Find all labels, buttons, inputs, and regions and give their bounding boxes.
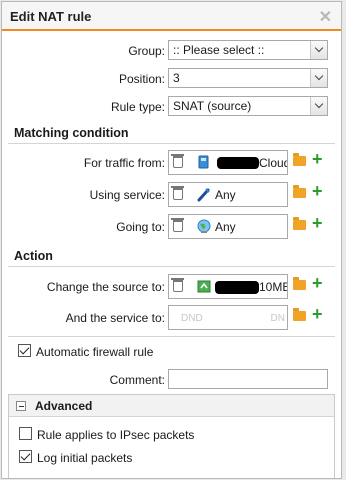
matching-condition-heading: Matching condition bbox=[14, 126, 129, 140]
comment-input[interactable] bbox=[168, 369, 328, 389]
drop-placeholder: DN bbox=[270, 313, 285, 324]
traffic-from-field[interactable]: Cloud bbox=[168, 150, 288, 175]
section-divider bbox=[8, 336, 335, 337]
edit-nat-rule-dialog: Edit NAT rule ✕ Group: :: Please select … bbox=[1, 1, 342, 479]
chevron-down-icon bbox=[310, 69, 327, 87]
change-source-row: Change the source to: 10MB + bbox=[2, 272, 341, 299]
going-to-field[interactable]: Any bbox=[168, 214, 288, 239]
rule-type-select-value: SNAT (source) bbox=[173, 99, 252, 113]
traffic-from-row: For traffic from: Cloud + bbox=[2, 148, 341, 175]
advanced-header[interactable]: Advanced bbox=[9, 395, 334, 417]
and-service-drop-field[interactable]: DND DN bbox=[168, 305, 288, 330]
service-icon bbox=[197, 188, 210, 202]
using-service-label: Using service: bbox=[89, 188, 165, 202]
rule-type-select[interactable]: SNAT (source) bbox=[168, 96, 328, 116]
auto-firewall-checkbox[interactable] bbox=[18, 344, 31, 357]
title-bar[interactable]: Edit NAT rule ✕ bbox=[2, 2, 341, 31]
change-source-label: Change the source to: bbox=[46, 280, 165, 294]
position-label: Position: bbox=[118, 72, 165, 86]
group-select[interactable]: :: Please select :: bbox=[168, 40, 328, 60]
add-icon[interactable]: + bbox=[312, 212, 323, 234]
folder-icon[interactable] bbox=[293, 308, 306, 321]
ipsec-checkbox[interactable] bbox=[19, 427, 32, 440]
folder-icon[interactable] bbox=[293, 277, 306, 290]
position-select-value: 3 bbox=[173, 71, 180, 85]
going-to-label: Going to: bbox=[116, 220, 165, 234]
comment-label: Comment: bbox=[109, 373, 165, 387]
position-row: Position: 3 bbox=[2, 68, 341, 90]
folder-icon[interactable] bbox=[293, 217, 306, 230]
group-select-value: :: Please select :: bbox=[173, 43, 265, 57]
trash-icon[interactable] bbox=[171, 186, 184, 200]
collapse-icon[interactable] bbox=[16, 401, 26, 411]
trash-icon[interactable] bbox=[171, 154, 184, 168]
using-service-value: Any bbox=[215, 188, 236, 202]
and-service-label: And the service to: bbox=[65, 311, 165, 325]
using-service-row: Using service: Any + bbox=[2, 180, 341, 207]
action-heading: Action bbox=[14, 249, 53, 263]
log-initial-label: Log initial packets bbox=[37, 451, 133, 465]
redacted-text bbox=[217, 157, 259, 169]
chevron-down-icon bbox=[310, 41, 327, 59]
change-source-field[interactable]: 10MB bbox=[168, 274, 288, 299]
traffic-from-value: Cloud bbox=[259, 156, 288, 170]
advanced-panel: Advanced Rule applies to IPsec packets L… bbox=[8, 394, 335, 478]
ipsec-label: Rule applies to IPsec packets bbox=[37, 428, 195, 442]
interface-icon bbox=[197, 280, 211, 293]
add-icon[interactable]: + bbox=[312, 272, 323, 294]
going-to-value: Any bbox=[215, 220, 236, 234]
rule-type-row: Rule type: SNAT (source) bbox=[2, 96, 341, 118]
drop-placeholder: DND bbox=[181, 313, 203, 324]
traffic-from-label: For traffic from: bbox=[83, 156, 165, 170]
dialog-title: Edit NAT rule bbox=[10, 9, 92, 24]
using-service-field[interactable]: Any bbox=[168, 182, 288, 207]
group-label: Group: bbox=[128, 44, 165, 58]
log-initial-checkbox[interactable] bbox=[19, 450, 32, 463]
trash-icon[interactable] bbox=[171, 278, 184, 292]
rule-type-label: Rule type: bbox=[110, 100, 165, 114]
chevron-down-icon bbox=[310, 97, 327, 115]
folder-icon[interactable] bbox=[293, 153, 306, 166]
going-to-row: Going to: Any + bbox=[2, 212, 341, 239]
add-icon[interactable]: + bbox=[312, 148, 323, 170]
auto-firewall-label: Automatic firewall rule bbox=[36, 345, 154, 359]
folder-icon[interactable] bbox=[293, 185, 306, 198]
close-icon[interactable]: ✕ bbox=[319, 7, 332, 27]
group-row: Group: :: Please select :: bbox=[2, 40, 341, 62]
redacted-text bbox=[215, 281, 259, 294]
advanced-heading: Advanced bbox=[35, 399, 93, 413]
network-host-icon bbox=[198, 155, 209, 169]
section-divider bbox=[8, 143, 335, 144]
add-icon[interactable]: + bbox=[312, 303, 323, 325]
section-divider bbox=[8, 266, 335, 267]
globe-icon bbox=[197, 219, 211, 233]
change-source-value: 10MB bbox=[259, 280, 288, 294]
position-select[interactable]: 3 bbox=[168, 68, 328, 88]
trash-icon[interactable] bbox=[171, 218, 184, 232]
add-icon[interactable]: + bbox=[312, 180, 323, 202]
and-service-row: And the service to: DND DN + bbox=[2, 303, 341, 330]
